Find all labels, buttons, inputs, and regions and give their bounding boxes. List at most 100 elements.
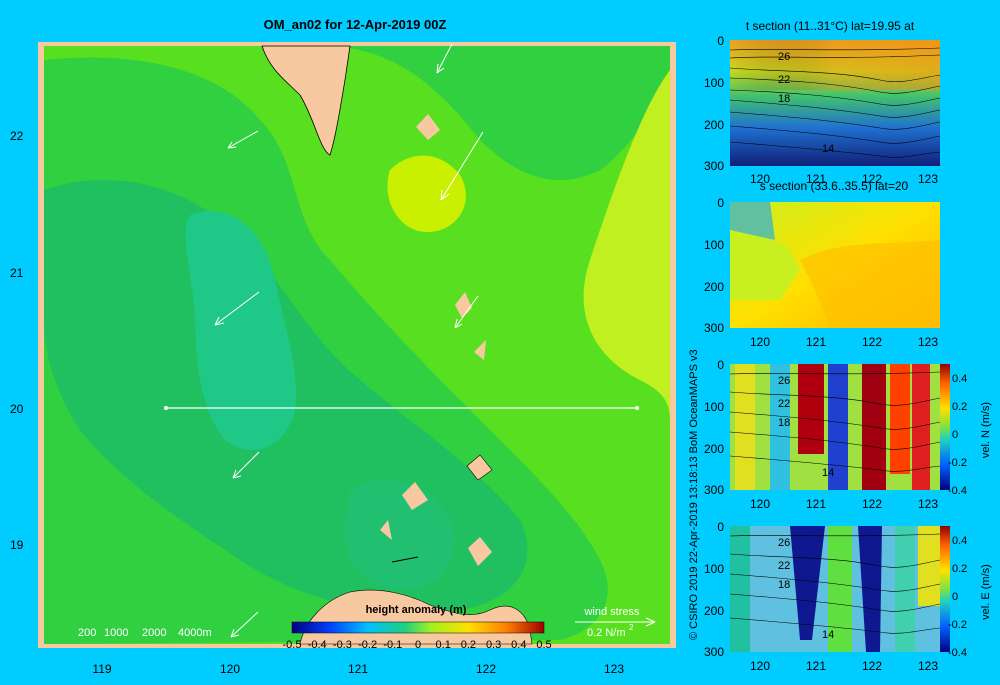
y-tick: 0 [717, 196, 724, 210]
y-tick: 300 [704, 159, 724, 173]
section-end [635, 406, 639, 410]
colorbar-tick: 0.2 [461, 639, 476, 651]
colorbar-ticks: -0.5 -0.4 -0.3 -0.2 -0.1 0 0.1 0.2 0.3 0.4 0.5 [283, 639, 552, 651]
vn-xticks: 120 121 122 123 [750, 497, 938, 511]
y-tick: 200 [704, 118, 724, 132]
s-xticks: 120 121 122 123 [750, 335, 938, 349]
colorbar-tick: 0.4 [511, 639, 526, 651]
x-tick: 121 [806, 335, 826, 349]
x-tick: 120 [750, 335, 770, 349]
y-tick: 100 [704, 562, 724, 576]
ve-label: vel. E (m/s) [980, 564, 992, 620]
ve-contour-label: 14 [822, 629, 834, 641]
y-tick: 21 [10, 266, 24, 280]
ve-colorbar-ticks: 0.4 0.2 0 -0.2 -0.4 [948, 535, 967, 659]
vn-section-panel: 26 22 18 14 0.4 0.2 0 -0.2 -0.4 vel. N (… [704, 358, 992, 511]
vn-contour-label: 26 [778, 375, 790, 387]
x-tick: 123 [918, 659, 938, 673]
depth-legend-1000: 1000 [104, 627, 128, 639]
t-section-panel: 26 22 18 14 0 100 200 300 120 121 122 12… [704, 34, 941, 186]
y-tick: 0 [717, 358, 724, 372]
colorbar-tick: -0.3 [333, 639, 352, 651]
colorbar-tick: -0.1 [383, 639, 402, 651]
colorbar-tick: 0 [415, 639, 421, 651]
vn-label: vel. N (m/s) [980, 402, 992, 458]
y-tick: 20 [10, 402, 24, 416]
x-tick: 122 [862, 497, 882, 511]
x-tick: 122 [476, 662, 496, 676]
y-tick: 300 [704, 483, 724, 497]
t-contour-label: 14 [822, 143, 834, 155]
t-section-title: t section (11..31°C) lat=19.95 at [746, 19, 915, 33]
cb-tick: 0 [952, 591, 958, 603]
y-tick: 19 [10, 538, 24, 552]
t-contour-label: 22 [778, 74, 790, 86]
cb-tick: 0.2 [952, 401, 967, 413]
colorbar-tick: -0.2 [358, 639, 377, 651]
cb-tick: -0.2 [948, 457, 967, 469]
s-section-title: s section (33.6..35.5) lat=20 [760, 179, 909, 193]
colorbar-tick: 0.3 [486, 639, 501, 651]
colorbar-tick: 0.1 [436, 639, 451, 651]
ve-contour-label: 26 [778, 537, 790, 549]
cb-tick: 0.4 [952, 535, 967, 547]
colorbar-tick: 0.5 [536, 639, 551, 651]
ve-section-panel: 26 22 18 14 0.4 0.2 0 -0.2 -0.4 vel. E (… [704, 520, 992, 673]
x-tick: 123 [604, 662, 624, 676]
wind-legend-label: wind stress [583, 606, 640, 618]
ve-yticks: 0 100 200 300 [704, 520, 724, 659]
x-tick: 123 [918, 335, 938, 349]
vn-band [735, 364, 755, 490]
cb-tick: 0.2 [952, 563, 967, 575]
ve-contour-label: 22 [778, 560, 790, 572]
vn-colorbar-ticks: 0.4 0.2 0 -0.2 -0.4 [948, 373, 967, 497]
x-tick: 123 [918, 497, 938, 511]
cb-tick: 0 [952, 429, 958, 441]
x-tick: 122 [862, 335, 882, 349]
main-map: 200 1000 2000 4000m height anomaly (m) -… [38, 42, 676, 651]
cb-tick: 0.4 [952, 373, 967, 385]
t-yticks: 0 100 200 300 [704, 34, 724, 173]
y-tick: 0 [717, 34, 724, 48]
credit-text: © CSIRO 2019 22-Apr-2019 13:18:13 BoM Oc… [688, 349, 700, 640]
ve-band [918, 526, 940, 606]
y-tick: 200 [704, 604, 724, 618]
x-tick: 123 [918, 172, 938, 186]
x-tick: 122 [862, 659, 882, 673]
main-x-axis: 119 120 121 122 123 [92, 662, 624, 676]
y-tick: 300 [704, 321, 724, 335]
t-section-warm [730, 40, 940, 90]
y-tick: 100 [704, 76, 724, 90]
depth-legend-4000: 4000m [178, 627, 212, 639]
x-tick: 119 [92, 662, 111, 676]
vn-contour-label: 18 [778, 417, 790, 429]
y-tick: 100 [704, 400, 724, 414]
x-tick: 120 [750, 497, 770, 511]
x-tick: 121 [348, 662, 368, 676]
s-yticks: 0 100 200 300 [704, 196, 724, 335]
colorbar-bar [291, 621, 545, 634]
ve-contour-label: 18 [778, 579, 790, 591]
section-start [164, 406, 168, 410]
y-tick: 100 [704, 238, 724, 252]
main-y-axis: 22 21 20 19 [10, 129, 24, 552]
y-tick: 200 [704, 442, 724, 456]
vn-colorbar [940, 364, 950, 490]
ve-band [730, 526, 750, 652]
x-tick: 121 [806, 659, 826, 673]
depth-legend-200: 200 [78, 627, 96, 639]
vn-contour-label: 14 [822, 467, 834, 479]
main-title: OM_an02 for 12-Apr-2019 00Z [264, 17, 447, 32]
wind-legend-exp: 2 [629, 623, 634, 632]
ve-colorbar [940, 526, 950, 652]
vn-band [890, 364, 910, 474]
ve-xticks: 120 121 122 123 [750, 659, 938, 673]
wind-legend-value: 0.2 N/m [587, 627, 626, 639]
y-tick: 22 [10, 129, 24, 143]
depth-legend-2000: 2000 [142, 627, 166, 639]
y-tick: 0 [717, 520, 724, 534]
cb-tick: -0.4 [948, 485, 967, 497]
x-tick: 120 [220, 662, 240, 676]
cb-tick: -0.4 [948, 647, 967, 659]
t-contour-label: 26 [778, 51, 790, 63]
